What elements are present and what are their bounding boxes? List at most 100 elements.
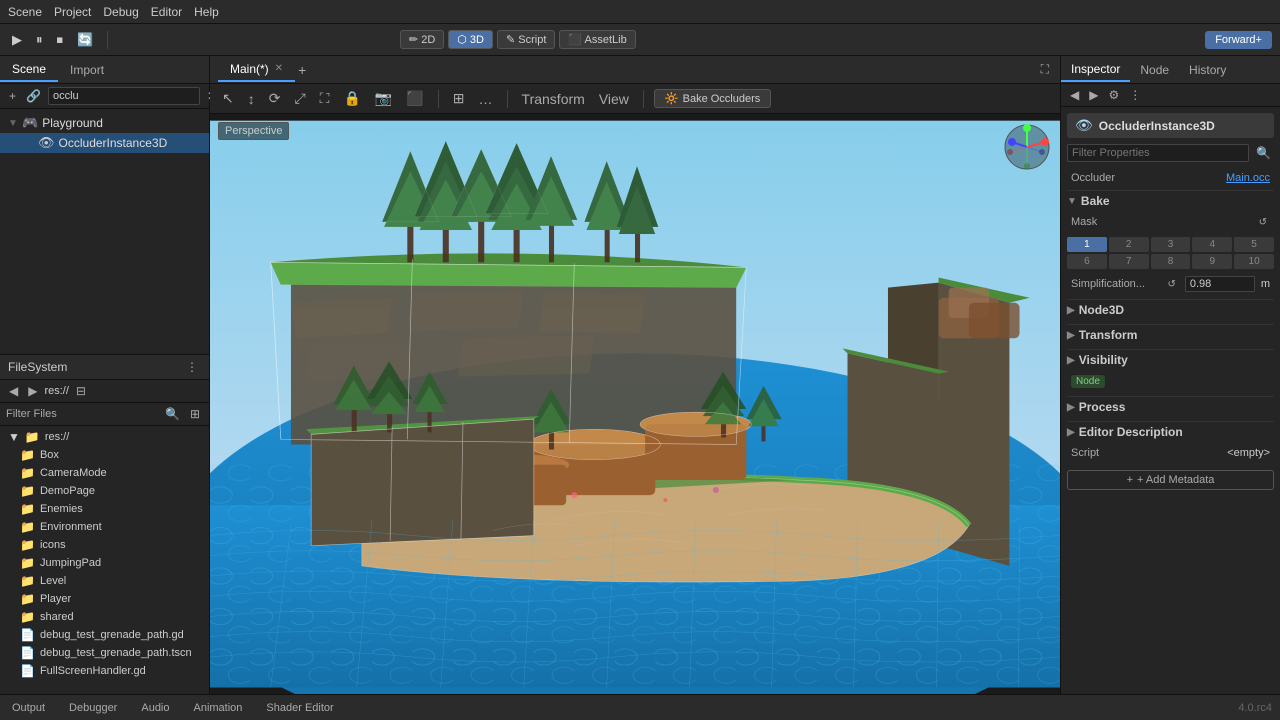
play-button[interactable]: ▶ — [8, 30, 26, 50]
stop-button[interactable]: ⏹ — [53, 30, 68, 50]
tab-import[interactable]: Import — [58, 59, 116, 81]
bottom-tab-output[interactable]: Output — [8, 701, 49, 715]
menu-editor[interactable]: Editor — [151, 5, 182, 19]
mask-btn-9[interactable]: 9 — [1192, 254, 1232, 269]
filter-properties-input[interactable] — [1067, 144, 1249, 162]
fs-filter-search[interactable]: 🔍 — [162, 406, 183, 422]
inspector-back[interactable]: ◀ — [1067, 87, 1082, 103]
fs-item-root[interactable]: ▼ 📁 res:// — [0, 428, 209, 446]
mask-btn-10[interactable]: 10 — [1234, 254, 1274, 269]
forward-button[interactable]: Forward+ — [1205, 31, 1272, 49]
bottom-tab-audio[interactable]: Audio — [137, 701, 173, 715]
fs-item-jumpingpad[interactable]: 📁 JumpingPad — [0, 554, 209, 572]
viewport-tab-close[interactable]: ✕ — [275, 63, 283, 74]
tool-camera[interactable]: 📷 — [371, 89, 396, 108]
filter-search-icon[interactable]: 🔍 — [1253, 145, 1274, 161]
fs-back[interactable]: ◀ — [6, 383, 21, 399]
simplification-input[interactable] — [1185, 276, 1255, 292]
process-arrow: ▶ — [1067, 402, 1075, 413]
debug-button[interactable]: 🔄 — [73, 30, 97, 50]
section-process[interactable]: ▶ Process — [1067, 396, 1274, 417]
scene-search-input[interactable] — [48, 87, 200, 105]
section-transform[interactable]: ▶ Transform — [1067, 324, 1274, 345]
menu-debug[interactable]: Debug — [103, 5, 138, 19]
section-node3d[interactable]: ▶ Node3D — [1067, 299, 1274, 320]
fs-item-icons[interactable]: 📁 icons — [0, 536, 209, 554]
tool-rotate[interactable]: ⟳ — [265, 89, 285, 108]
bake-occluders-button[interactable]: 🔆 Bake Occluders — [654, 89, 771, 108]
fs-item-level[interactable]: 📁 Level — [0, 572, 209, 590]
fs-item-player[interactable]: 📁 Player — [0, 590, 209, 608]
tab-inspector[interactable]: Inspector — [1061, 58, 1130, 82]
fs-item-environment[interactable]: 📁 Environment — [0, 518, 209, 536]
occluder-property-value[interactable]: Main.occ — [1226, 172, 1270, 184]
mode-2d[interactable]: ✏ 2D — [400, 30, 444, 49]
tool-more[interactable]: ⊞ — [449, 89, 469, 108]
vp-sep-2 — [507, 90, 508, 108]
tab-history[interactable]: History — [1179, 59, 1236, 81]
fs-item-demopage[interactable]: 📁 DemoPage — [0, 482, 209, 500]
mask-btn-1[interactable]: 1 — [1067, 237, 1107, 252]
filesystem-options[interactable]: ⋮ — [183, 359, 201, 375]
fs-level-icon: 📁 — [20, 574, 35, 588]
tab-node[interactable]: Node — [1130, 59, 1179, 81]
fs-item-shared[interactable]: 📁 shared — [0, 608, 209, 626]
tool-select[interactable]: ↖ — [218, 89, 238, 108]
mask-reset[interactable]: ↺ — [1256, 216, 1270, 229]
fs-enemies-label: Enemies — [40, 503, 83, 515]
mask-btn-2[interactable]: 2 — [1109, 237, 1149, 252]
section-visibility[interactable]: ▶ Visibility — [1067, 349, 1274, 370]
mask-btn-6[interactable]: 6 — [1067, 254, 1107, 269]
fs-collapse[interactable]: ⊟ — [73, 383, 89, 399]
fs-item-fullscreen[interactable]: 📄 FullScreenHandler.gd — [0, 662, 209, 680]
inspector-options-1[interactable]: ⚙ — [1105, 87, 1122, 103]
tool-scale[interactable]: ⤢ — [290, 89, 309, 108]
section-bake[interactable]: ▼ Bake — [1067, 190, 1274, 211]
mode-3d[interactable]: ⬡ 3D — [448, 30, 493, 49]
mask-btn-5[interactable]: 5 — [1234, 237, 1274, 252]
add-metadata-button[interactable]: + + Add Metadata — [1067, 470, 1274, 490]
mode-assetlib[interactable]: ⬛ AssetLib — [559, 30, 635, 49]
view-menu[interactable]: View — [595, 90, 633, 108]
section-editor-desc[interactable]: ▶ Editor Description — [1067, 421, 1274, 442]
fs-filter-options[interactable]: ⊞ — [187, 406, 203, 422]
viewport-add-tab[interactable]: + — [295, 61, 309, 79]
fs-forward[interactable]: ▶ — [25, 383, 40, 399]
inspector-options-2[interactable]: ⋮ — [1126, 87, 1144, 103]
bottom-tab-animation[interactable]: Animation — [190, 701, 247, 715]
menu-project[interactable]: Project — [54, 5, 91, 19]
node-type-header: 👁 OccluderInstance3D — [1067, 113, 1274, 138]
tree-item-playground[interactable]: ▼ 🎮 Playground — [0, 113, 209, 133]
node3d-arrow: ▶ — [1067, 305, 1075, 316]
menu-help[interactable]: Help — [194, 5, 219, 19]
tab-scene[interactable]: Scene — [0, 58, 58, 82]
menu-scene[interactable]: Scene — [8, 5, 42, 19]
viewport-expand[interactable]: ⛶ — [1038, 61, 1052, 78]
tool-transform[interactable]: ⛶ — [316, 89, 334, 108]
simplification-reset[interactable]: ↺ — [1164, 278, 1178, 291]
tool-options[interactable]: … — [475, 90, 497, 108]
tool-lock[interactable]: 🔒 — [339, 89, 364, 108]
mask-btn-8[interactable]: 8 — [1151, 254, 1191, 269]
fs-item-debug-tscn[interactable]: 📄 debug_test_grenade_path.tscn — [0, 644, 209, 662]
tool-move[interactable]: ↕ — [244, 90, 259, 108]
transform-menu[interactable]: Transform — [518, 90, 589, 108]
fs-item-debug-gd[interactable]: 📄 debug_test_grenade_path.gd — [0, 626, 209, 644]
mask-btn-7[interactable]: 7 — [1109, 254, 1149, 269]
add-node-button[interactable]: + — [6, 88, 19, 104]
mask-btn-4[interactable]: 4 — [1192, 237, 1232, 252]
link-node-button[interactable]: 🔗 — [23, 88, 44, 104]
inspector-forward[interactable]: ▶ — [1086, 87, 1101, 103]
fs-item-cameramode[interactable]: 📁 CameraMode — [0, 464, 209, 482]
bottom-tab-debugger[interactable]: Debugger — [65, 701, 121, 715]
viewport-tab-main[interactable]: Main(*) ✕ — [218, 58, 295, 82]
pause-button[interactable]: ⏸ — [32, 30, 47, 50]
mode-script[interactable]: ✎ Script — [497, 30, 555, 49]
tree-item-occluder[interactable]: 👁 OccluderInstance3D — [0, 133, 209, 153]
tool-grid[interactable]: ⬛ — [402, 89, 427, 108]
fs-item-enemies[interactable]: 📁 Enemies — [0, 500, 209, 518]
mask-btn-3[interactable]: 3 — [1151, 237, 1191, 252]
bottom-tab-shader[interactable]: Shader Editor — [262, 701, 337, 715]
viewport-canvas[interactable]: Perspective — [210, 114, 1060, 694]
fs-item-box[interactable]: 📁 Box — [0, 446, 209, 464]
